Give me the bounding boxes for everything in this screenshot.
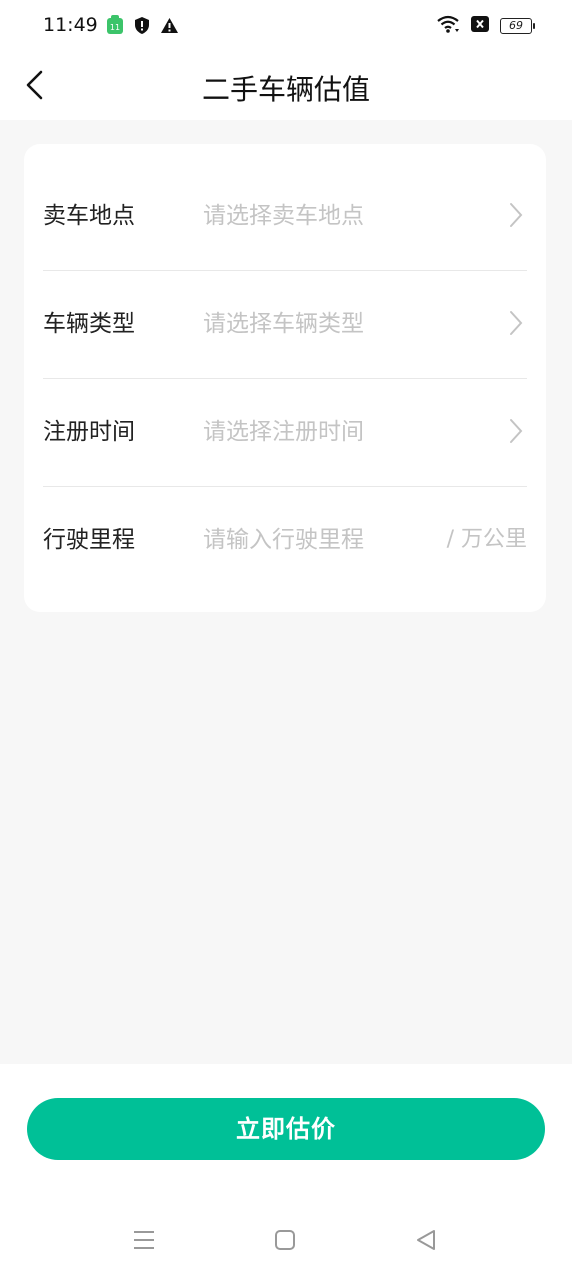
form-row-vehicle-type[interactable]: 车辆类型 请选择车辆类型 bbox=[43, 270, 527, 378]
battery-icon: 69 bbox=[500, 18, 535, 34]
warning-icon bbox=[160, 17, 179, 38]
form-row-registration-date[interactable]: 注册时间 请选择注册时间 bbox=[43, 378, 527, 486]
system-nav-bar bbox=[0, 1212, 572, 1280]
menu-button[interactable] bbox=[124, 1220, 164, 1260]
home-button[interactable] bbox=[265, 1220, 305, 1260]
sell-location-select[interactable]: 请选择卖车地点 bbox=[203, 162, 364, 270]
triangle-back-icon bbox=[417, 1230, 435, 1250]
status-bar: 11:49 11 69 bbox=[0, 0, 572, 52]
status-icons-left: 11 bbox=[106, 15, 179, 39]
wifi-icon bbox=[436, 14, 460, 38]
close-box-icon bbox=[470, 15, 490, 37]
vehicle-type-select[interactable]: 请选择车辆类型 bbox=[203, 270, 364, 378]
chevron-right-icon bbox=[510, 419, 523, 443]
chevron-right-icon bbox=[510, 203, 523, 227]
status-icons-right: 69 bbox=[436, 14, 535, 38]
field-label: 卖车地点 bbox=[43, 203, 135, 229]
mileage-unit: / 万公里 bbox=[446, 527, 527, 552]
page-title: 二手车辆估值 bbox=[201, 73, 370, 106]
svg-text:11: 11 bbox=[110, 23, 120, 32]
app-badge-icon: 11 bbox=[106, 15, 124, 39]
mileage-input[interactable]: 请输入行驶里程 bbox=[203, 486, 364, 594]
chevron-right-icon bbox=[510, 311, 523, 335]
form-card: 卖车地点 请选择卖车地点 车辆类型 请选择车辆类型 注册时间 请选择注册时间 行… bbox=[24, 144, 546, 612]
home-square-icon bbox=[275, 1230, 295, 1250]
status-time: 11:49 bbox=[43, 14, 98, 36]
field-label: 注册时间 bbox=[43, 419, 135, 445]
back-system-button[interactable] bbox=[406, 1220, 446, 1260]
estimate-button[interactable]: 立即估价 bbox=[27, 1098, 545, 1160]
header: 二手车辆估值 bbox=[0, 52, 572, 120]
menu-icon bbox=[134, 1231, 154, 1249]
form-row-mileage[interactable]: 行驶里程 请输入行驶里程 / 万公里 bbox=[43, 486, 527, 594]
shield-icon bbox=[134, 16, 150, 39]
field-label: 车辆类型 bbox=[43, 311, 135, 337]
form-row-sell-location[interactable]: 卖车地点 请选择卖车地点 bbox=[43, 162, 527, 270]
registration-date-select[interactable]: 请选择注册时间 bbox=[203, 378, 364, 486]
field-label: 行驶里程 bbox=[43, 527, 135, 553]
